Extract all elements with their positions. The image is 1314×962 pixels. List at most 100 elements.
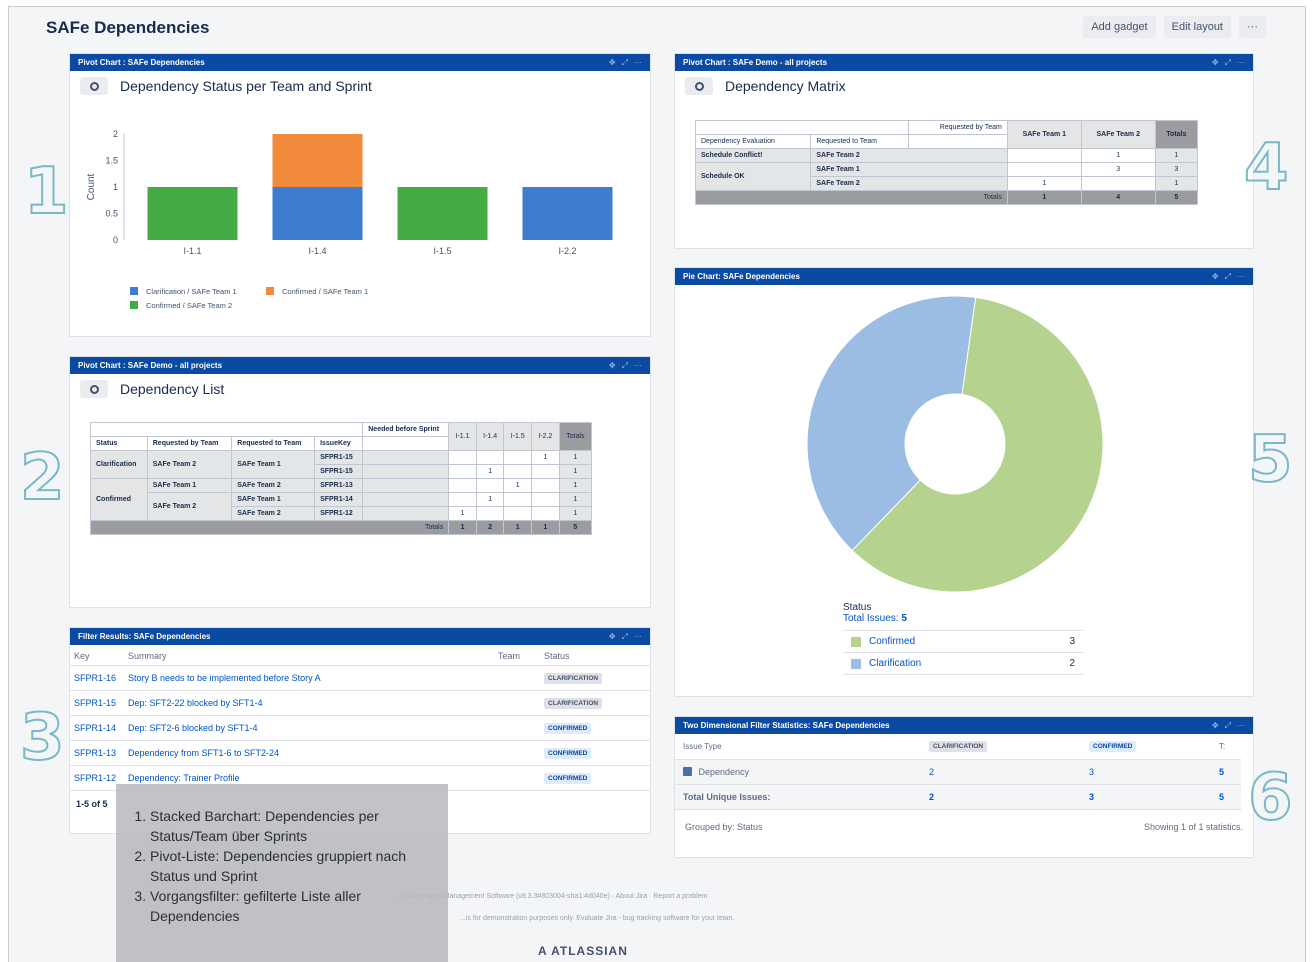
status-column-header[interactable]: Status [540, 645, 650, 666]
filter-results-table: Key Summary Team Status SFPR1-16 Story B… [70, 645, 650, 791]
move-icon[interactable]: ✥ [1212, 58, 1219, 68]
table-row[interactable]: SFPR1-13 Dependency from SFT1-6 to SFT2-… [70, 740, 650, 766]
column-total: 1 [448, 520, 477, 535]
expand-icon[interactable]: ⤢ [1225, 721, 1231, 731]
row-total: 1 [1154, 176, 1199, 191]
column-total: 1 [1006, 190, 1082, 205]
legend-swatch [130, 301, 138, 309]
issue-key-link[interactable]: SFPR1-14 [70, 715, 124, 741]
edit-layout-button[interactable]: Edit layout [1163, 16, 1231, 38]
settings-button[interactable] [685, 77, 713, 95]
more-actions-button[interactable]: ··· [1239, 16, 1266, 38]
count-link[interactable]: 5 [1211, 784, 1241, 810]
legend-value: 3 [1069, 636, 1075, 647]
bar-chart: 0 0.5 1 1.5 2 Count I-1.1 I-1.4 I-1.5 I-2.2 Clarif… [86, 129, 613, 310]
legend-label: Confirmed [869, 636, 916, 647]
gadget-menu-icon[interactable]: ··· [634, 58, 642, 68]
team-cell: SAFe Team 2 [146, 492, 233, 521]
value-cell [475, 506, 505, 521]
status-badge: CLARIFICATION [544, 698, 603, 709]
caption-item: Stacked Barchart: Dependencies per Statu… [150, 806, 440, 846]
value-cell [531, 464, 560, 479]
value-cell [503, 464, 533, 479]
gadget-title: Pie Chart: SAFe Dependencies [683, 272, 800, 281]
value-cell [448, 450, 477, 465]
move-icon[interactable]: ✥ [609, 361, 616, 371]
count-link[interactable]: 5 [1211, 759, 1241, 785]
count-link[interactable]: 3 [1081, 784, 1211, 810]
requested-to-header: Requested to Team [810, 134, 909, 149]
caption-item: Vorgangsfilter: gefilterte Liste aller D… [150, 886, 440, 926]
gear-icon [694, 81, 704, 91]
bar [272, 187, 363, 240]
move-icon[interactable]: ✥ [1212, 721, 1219, 731]
settings-button[interactable] [80, 380, 108, 398]
summary-column-header[interactable]: Summary [124, 645, 494, 666]
value-cell [1006, 148, 1082, 163]
grand-total: 5 [558, 520, 593, 535]
bar [147, 187, 238, 240]
gadget-title: Pivot Chart : SAFe Dependencies [78, 58, 205, 67]
pie-legend: Status Total Issues: 5 Confirmed 3 Clari… [843, 602, 1083, 675]
move-icon[interactable]: ✥ [1212, 272, 1219, 282]
expand-icon[interactable]: ⤢ [622, 58, 628, 68]
value-cell: 1 [503, 478, 533, 493]
move-icon[interactable]: ✥ [609, 58, 616, 68]
gadget-menu-icon[interactable]: ··· [1237, 272, 1245, 282]
count-link[interactable]: 2 [921, 759, 1081, 785]
requested-to-header: Requested to Team [231, 436, 316, 451]
gadget-menu-icon[interactable]: ··· [634, 361, 642, 371]
legend-swatch [851, 636, 861, 647]
gadget-tools: ✥ ⤢ ··· [609, 361, 642, 371]
issue-key-link[interactable]: SFPR1-13 [70, 740, 124, 766]
gadget-menu-icon[interactable]: ··· [634, 632, 642, 642]
gadget-menu-icon[interactable]: ··· [1237, 58, 1245, 68]
team-column-header[interactable]: Team [494, 645, 540, 666]
legend-swatch [851, 658, 861, 669]
issue-summary-link[interactable]: Dep: SFT2-6 blocked by SFT1-4 [124, 715, 494, 741]
gadget-title: Two Dimensional Filter Statistics: SAFe … [683, 721, 890, 730]
totals-header: Totals [1154, 120, 1199, 149]
value-cell: 1 [448, 506, 477, 521]
column-total: 1 [531, 520, 560, 535]
total-issues-value[interactable]: 5 [901, 613, 907, 624]
value-cell: 1 [531, 450, 560, 465]
table-row[interactable]: SFPR1-14 Dep: SFT2-6 blocked by SFT1-4 C… [70, 715, 650, 741]
confirmed-header: CONFIRMED [1089, 741, 1137, 752]
issue-summary-link[interactable]: Dependency from SFT1-6 to SFT2-24 [124, 740, 494, 766]
add-gadget-button[interactable]: Add gadget [1083, 16, 1156, 38]
expand-icon[interactable]: ⤢ [1225, 272, 1231, 282]
legend-row[interactable]: Confirmed 3 [843, 630, 1083, 653]
expand-icon[interactable]: ⤢ [622, 632, 628, 642]
gadget-tools: ✥ ⤢ ··· [1212, 721, 1245, 731]
move-icon[interactable]: ✥ [609, 632, 616, 642]
issue-key-link[interactable]: SFPR1-15 [70, 690, 124, 716]
count-link[interactable]: 2 [921, 784, 1081, 810]
table-row[interactable]: SFPR1-16 Story B needs to be implemented… [70, 665, 650, 691]
value-cell [448, 478, 477, 493]
expand-icon[interactable]: ⤢ [1225, 58, 1231, 68]
issue-summary-link[interactable]: Story B needs to be implemented before S… [124, 665, 494, 691]
settings-button[interactable] [80, 77, 108, 95]
gear-icon [89, 384, 99, 394]
issue-key-link[interactable]: SFPR1-16 [70, 665, 124, 691]
legend-row[interactable]: Clarification 2 [843, 653, 1083, 675]
dependency-icon [683, 767, 692, 776]
table-row[interactable]: SFPR1-15 Dep: SFT2-22 blocked by SFT1-4 … [70, 690, 650, 716]
value-cell [503, 450, 533, 465]
annotation-number: 2 [19, 441, 66, 515]
clarification-header: CLARIFICATION [929, 741, 988, 752]
count-link[interactable]: 3 [1081, 759, 1211, 785]
sprint-header: I-1.1 [448, 422, 477, 451]
team-cell: SAFe Team 2 [231, 506, 316, 521]
stats-table: Issue Type CLARIFICATION CONFIRMED T: De… [675, 734, 1241, 810]
totals-label: Totals [695, 190, 1008, 205]
annotation-number: 1 [23, 155, 70, 229]
key-column-header[interactable]: Key [70, 645, 124, 666]
expand-icon[interactable]: ⤢ [622, 361, 628, 371]
issue-summary-link[interactable]: Dep: SFT2-22 blocked by SFT1-4 [124, 690, 494, 716]
annotation-number: 3 [19, 701, 66, 775]
gadget-menu-icon[interactable]: ··· [1237, 721, 1245, 731]
legend-swatch [130, 287, 138, 295]
team-column-header: SAFe Team 2 [1080, 120, 1156, 149]
